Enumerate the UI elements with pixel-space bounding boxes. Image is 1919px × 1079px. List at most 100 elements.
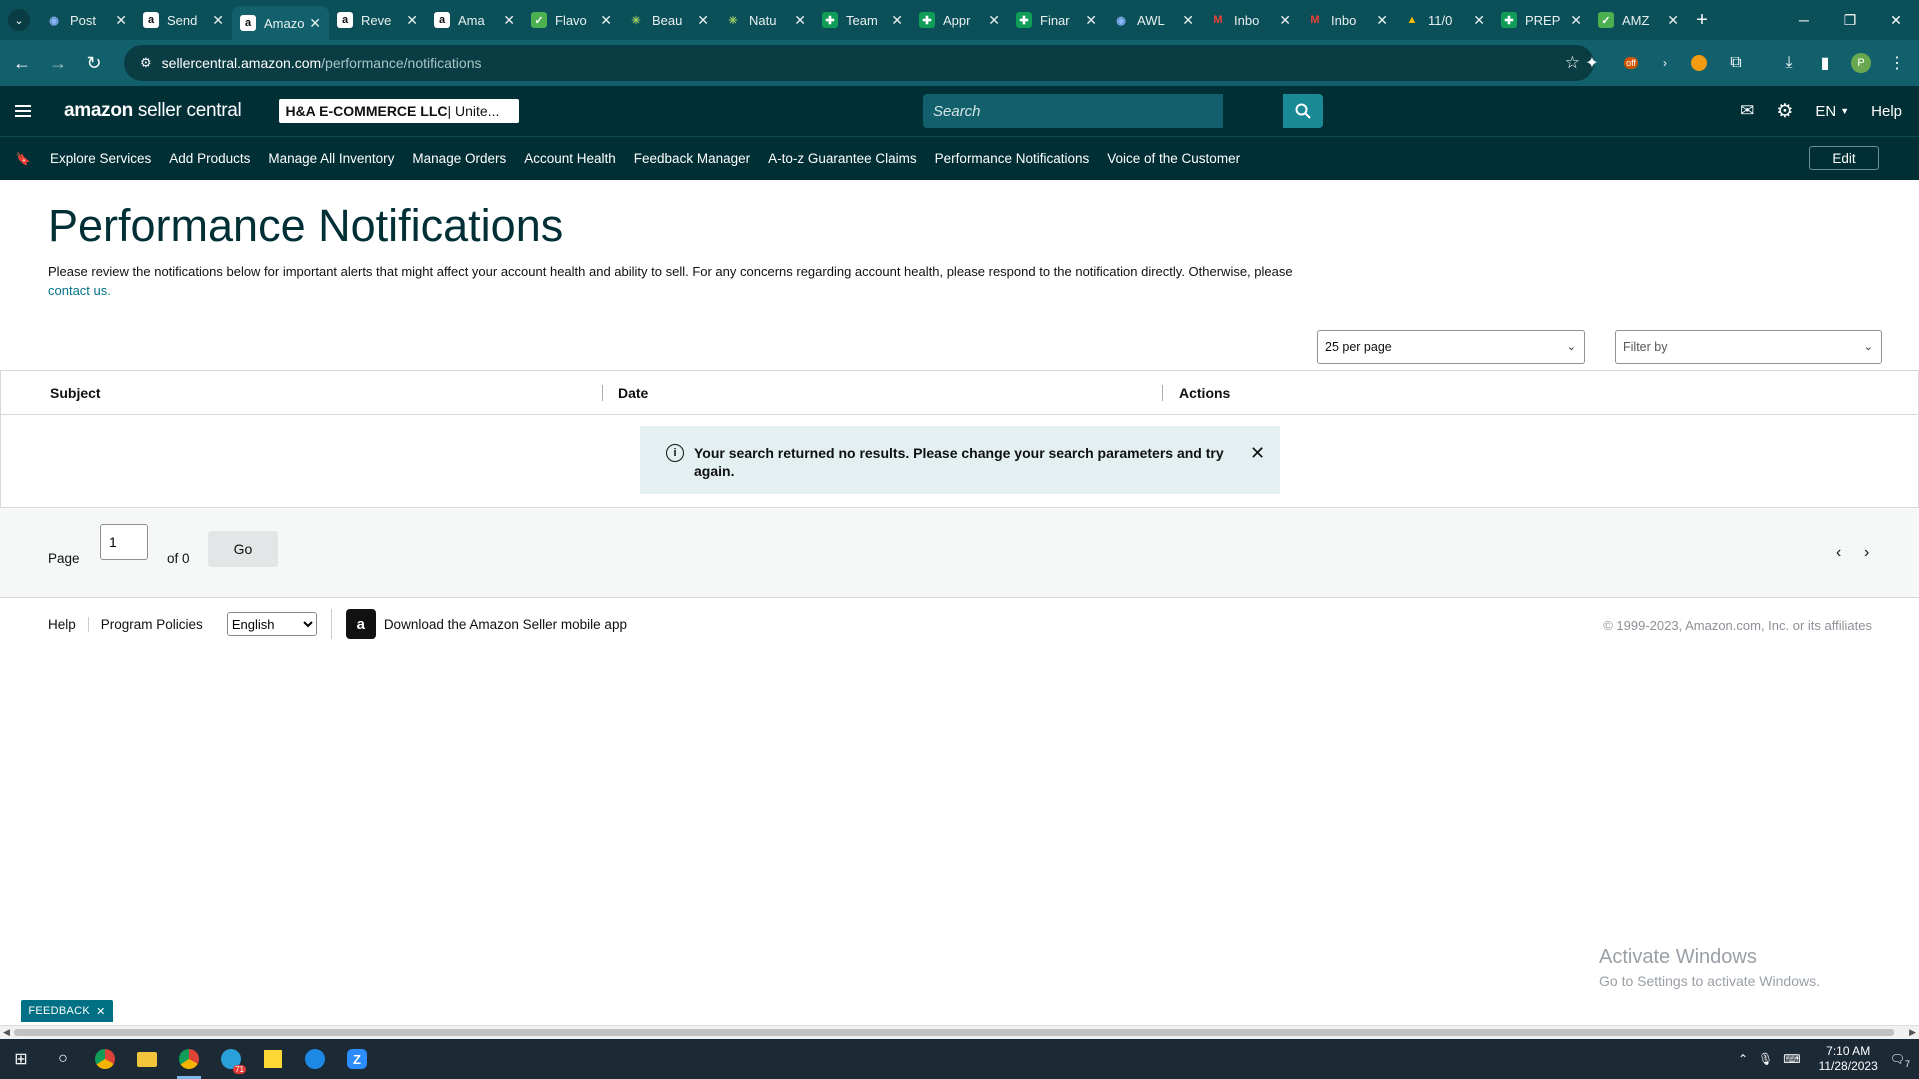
mail-icon[interactable]: ✉ (1740, 101, 1754, 121)
per-page-select[interactable]: 25 per page ⌄ (1317, 330, 1585, 364)
next-page-icon[interactable]: › (1864, 544, 1869, 562)
bookmark-star-icon[interactable]: ☆ (1565, 53, 1580, 73)
profile-avatar[interactable]: P (1850, 52, 1872, 74)
browser-tab[interactable]: ✚ Finar ✕ (1008, 0, 1105, 40)
browser-tab[interactable]: ✓ Flavo ✕ (523, 0, 620, 40)
extensions-icon[interactable]: ⧉ (1725, 52, 1747, 74)
zoom-icon[interactable]: Z (336, 1039, 378, 1079)
notifications-icon[interactable]: 🗨 7 (1890, 1052, 1910, 1069)
nav-item[interactable]: Voice of the Customer (1107, 151, 1240, 166)
browser-tab[interactable]: a Amazon✕ (232, 6, 329, 40)
site-settings-icon[interactable]: ⚙ (140, 55, 152, 71)
search-button[interactable] (1283, 94, 1323, 128)
restore-icon[interactable]: ❐ (1827, 0, 1873, 40)
close-tab-icon[interactable]: ✕ (697, 12, 709, 29)
close-tab-icon[interactable]: ✕ (794, 12, 806, 29)
language-selector[interactable]: EN ▼ (1815, 103, 1849, 120)
telegram-icon[interactable]: 71 (210, 1039, 252, 1079)
language-select[interactable]: English (226, 612, 317, 636)
close-tab-icon[interactable]: ✕ (115, 12, 127, 29)
file-explorer-icon[interactable] (126, 1039, 168, 1079)
filter-select[interactable]: Filter by ⌄ (1615, 330, 1882, 364)
close-tab-icon[interactable]: ✕ (1473, 12, 1485, 29)
nav-item[interactable]: Account Health (524, 151, 616, 166)
browser-tab[interactable]: ✳ Beau ✕ (620, 0, 717, 40)
program-policies-link[interactable]: Program Policies (89, 617, 215, 632)
contact-us-link[interactable]: contact us. (48, 283, 111, 298)
close-tab-icon[interactable]: ✕ (503, 12, 515, 29)
browser-tab[interactable]: M Inbo ✕ (1202, 0, 1299, 40)
close-tab-icon[interactable]: ✕ (600, 12, 612, 29)
tab-search-button[interactable]: ⌄ (0, 0, 38, 40)
forward-arrow-icon[interactable]: → (40, 45, 76, 81)
edit-nav-button[interactable]: Edit (1809, 146, 1879, 170)
column-subject[interactable]: Subject (50, 385, 101, 401)
address-bar[interactable]: ⚙ sellercentral.amazon.com/performance/n… (124, 45, 1594, 81)
close-tab-icon[interactable]: ✕ (1085, 12, 1097, 29)
nav-item[interactable]: Performance Notifications (935, 151, 1090, 166)
go-button[interactable]: Go (208, 531, 278, 567)
minimize-icon[interactable]: ─ (1781, 0, 1827, 40)
edge-icon[interactable] (294, 1039, 336, 1079)
close-tab-icon[interactable]: ✕ (212, 12, 224, 29)
nav-item[interactable]: Add Products (169, 151, 250, 166)
browser-tab[interactable]: ▲ 11/0 ✕ (1396, 0, 1493, 40)
close-tab-icon[interactable]: ✕ (406, 12, 418, 29)
browser-tab[interactable]: ✳ Natu ✕ (717, 0, 814, 40)
close-window-icon[interactable]: ✕ (1873, 0, 1919, 40)
nav-item[interactable]: Manage All Inventory (268, 151, 394, 166)
close-tab-icon[interactable]: ✕ (1279, 12, 1291, 29)
close-tab-icon[interactable]: ✕ (891, 12, 903, 29)
footer-help-link[interactable]: Help (48, 616, 89, 632)
close-tab-icon[interactable]: ✕ (309, 15, 321, 32)
bookmark-icon[interactable]: 🔖 (0, 152, 46, 166)
gear-icon[interactable]: ⚙ (1776, 100, 1793, 123)
clock[interactable]: 7:10 AM 11/28/2023 (1819, 1044, 1878, 1074)
horizontal-scrollbar[interactable]: ◀ ▶ (0, 1025, 1919, 1039)
browser-tab[interactable]: a Ama ✕ (426, 0, 523, 40)
browser-tab[interactable]: a Send ✕ (135, 0, 232, 40)
prev-page-icon[interactable]: ‹ (1836, 544, 1841, 562)
browser-tab[interactable]: ◉ AWL ✕ (1105, 0, 1202, 40)
browser-tab[interactable]: M Inbo ✕ (1299, 0, 1396, 40)
extension-arrow-icon[interactable]: › (1654, 52, 1676, 74)
nav-item[interactable]: Feedback Manager (634, 151, 750, 166)
browser-tab[interactable]: ✓ AMZ ✕ (1590, 0, 1687, 40)
close-icon[interactable]: ✕ (96, 1005, 106, 1018)
store-switcher[interactable]: H&A E-COMMERCE LLC | Unite... (279, 99, 520, 123)
nav-item[interactable]: Manage Orders (412, 151, 506, 166)
close-icon[interactable]: ✕ (1250, 444, 1265, 462)
feedback-button[interactable]: FEEDBACK ✕ (21, 1000, 113, 1022)
nav-item[interactable]: Explore Services (50, 151, 151, 166)
close-tab-icon[interactable]: ✕ (1182, 12, 1194, 29)
keyboard-icon[interactable]: ⌨ (1783, 1052, 1800, 1066)
help-link[interactable]: Help (1871, 103, 1902, 120)
browser-tab[interactable]: ✚ PREP ✕ (1493, 0, 1590, 40)
seller-central-logo[interactable]: amazon seller central (64, 100, 242, 122)
sticky-notes-icon[interactable] (252, 1039, 294, 1079)
chrome-profile-icon[interactable] (168, 1039, 210, 1079)
extension-off-icon[interactable]: off (1617, 52, 1645, 74)
search-input[interactable]: Search (923, 94, 1223, 128)
browser-tab[interactable]: a Reve ✕ (329, 0, 426, 40)
search-circle-icon[interactable]: ○ (42, 1039, 84, 1079)
column-date[interactable]: Date (618, 385, 648, 401)
windows-start-icon[interactable]: ⊞ (0, 1039, 42, 1079)
reload-icon[interactable]: ↻ (76, 45, 112, 81)
download-app-link[interactable]: a Download the Amazon Seller mobile app (330, 609, 627, 639)
side-panel-icon[interactable]: ▮ (1814, 52, 1836, 74)
browser-tab[interactable]: ✚ Team ✕ (814, 0, 911, 40)
page-number-input[interactable] (100, 524, 148, 560)
close-tab-icon[interactable]: ✕ (1570, 12, 1582, 29)
browser-tab[interactable]: ✚ Appr ✕ (911, 0, 1008, 40)
chrome-icon[interactable] (84, 1039, 126, 1079)
new-tab-button[interactable]: + (1687, 9, 1717, 32)
close-tab-icon[interactable]: ✕ (1667, 12, 1679, 29)
extension-orange-icon[interactable] (1688, 52, 1710, 74)
nav-item[interactable]: A-to-z Guarantee Claims (768, 151, 917, 166)
chevron-up-icon[interactable]: ⌃ (1738, 1052, 1748, 1066)
microphone-icon[interactable]: 🎙 (1758, 1052, 1773, 1066)
browser-tab[interactable]: ◉ Post ✕ (38, 0, 135, 40)
browser-menu-icon[interactable]: ⋮ (1886, 52, 1908, 74)
extension-puzzle-icon[interactable]: ✦ (1581, 52, 1603, 74)
